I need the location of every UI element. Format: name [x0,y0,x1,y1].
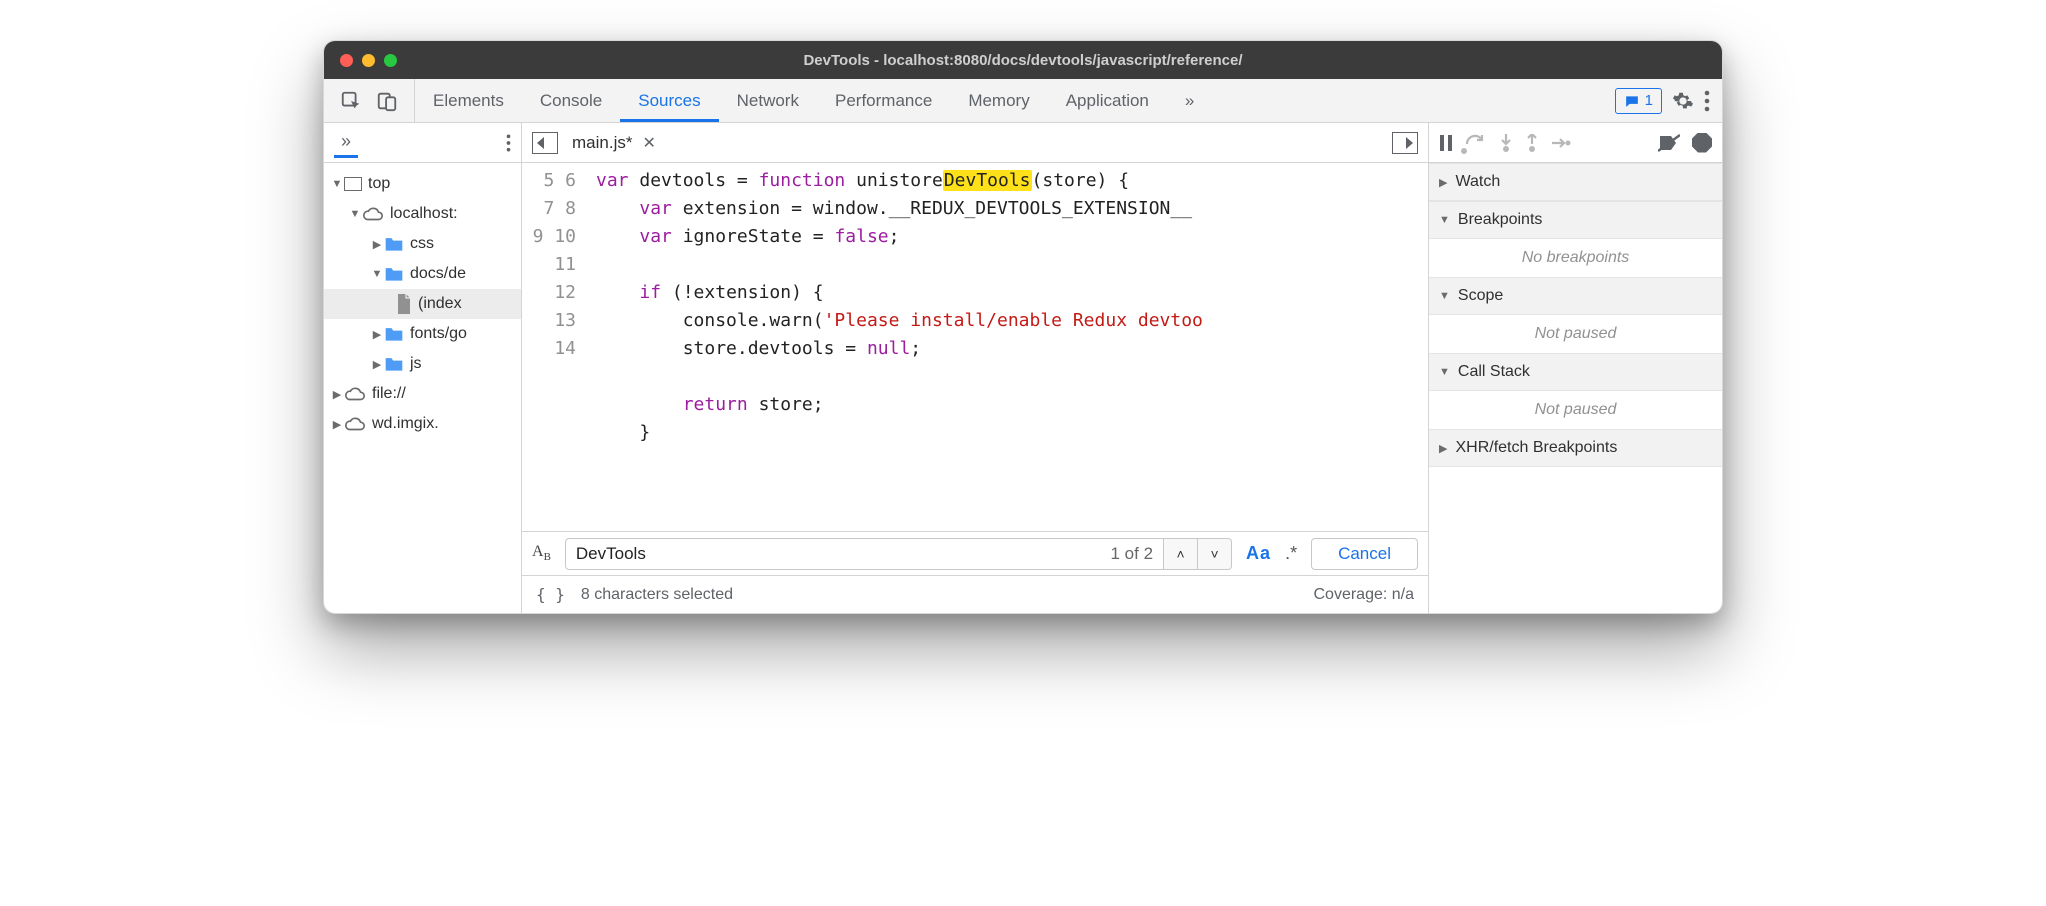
navigator-sidebar: » top localhost: css docs/de [324,123,522,613]
deactivate-breakpoints-icon[interactable] [1658,134,1680,152]
cloud-icon [344,416,366,432]
close-tab-icon[interactable]: ✕ [642,133,655,153]
file-icon [396,294,412,314]
pretty-print-icon[interactable]: { } [536,585,565,604]
search-prev-button[interactable]: ˄ [1164,538,1198,570]
settings-icon[interactable] [1672,90,1694,112]
folder-icon [384,325,404,343]
search-highlight: DevTools [943,170,1032,191]
search-input[interactable]: DevTools 1 of 2 [565,538,1164,570]
pause-icon[interactable] [1439,135,1453,151]
step-into-icon[interactable] [1499,134,1513,152]
folder-icon [384,265,404,283]
window-title: DevTools - localhost:8080/docs/devtools/… [324,52,1722,69]
step-icon[interactable] [1551,136,1571,150]
debugger-toolbar [1429,123,1722,163]
navigator-active-indicator [334,155,358,158]
tree-node-host[interactable]: localhost: [324,199,521,229]
cloud-icon [344,386,366,402]
editor-filename: main.js* [572,133,632,153]
inspect-icon[interactable] [340,90,362,112]
tree-node-index[interactable]: (index [324,289,521,319]
step-over-icon[interactable] [1465,132,1487,154]
zoom-window-button[interactable] [384,54,397,67]
pane-callstack[interactable]: Call Stack [1429,353,1722,391]
navigator-overflow-button[interactable]: » [341,131,351,152]
cloud-icon [362,206,384,222]
step-out-icon[interactable] [1525,134,1539,152]
issues-badge[interactable]: 1 [1615,88,1662,114]
search-bar: AB DevTools 1 of 2 ˄ ˅ Aa .* Cancel [522,531,1428,575]
debugger-panel: Watch Breakpoints No breakpoints Scope N… [1428,123,1722,613]
folder-icon [384,235,404,253]
scope-body: Not paused [1429,315,1722,353]
pane-scope[interactable]: Scope [1429,277,1722,315]
search-count: 1 of 2 [1111,544,1154,564]
callstack-body: Not paused [1429,391,1722,429]
coverage-status: Coverage: n/a [1313,586,1414,604]
editor-statusbar: { } 8 characters selected Coverage: n/a [522,575,1428,613]
tree-node-top[interactable]: top [324,169,521,199]
replace-toggle-icon[interactable]: AB [532,543,551,563]
tab-performance[interactable]: Performance [817,79,950,122]
breakpoints-body: No breakpoints [1429,239,1722,277]
device-toggle-icon[interactable] [376,90,398,112]
tree-node-docs[interactable]: docs/de [324,259,521,289]
more-menu-icon[interactable] [1704,90,1710,112]
tab-network[interactable]: Network [719,79,817,122]
match-case-button[interactable]: Aa [1246,543,1271,564]
tab-elements[interactable]: Elements [415,79,522,122]
tab-memory[interactable]: Memory [950,79,1047,122]
minimize-window-button[interactable] [362,54,375,67]
code-editor[interactable]: 5 6 7 8 9 10 11 12 13 14 var devtools = … [522,163,1428,531]
code-content[interactable]: var devtools = function unistoreDevTools… [588,163,1428,531]
tab-application[interactable]: Application [1048,79,1167,122]
tree-node-file[interactable]: file:// [324,379,521,409]
search-cancel-button[interactable]: Cancel [1311,538,1418,570]
devtools-window: DevTools - localhost:8080/docs/devtools/… [323,40,1723,614]
tree-node-css[interactable]: css [324,229,521,259]
issues-count: 1 [1645,92,1653,109]
tab-console[interactable]: Console [522,79,620,122]
tab-sources[interactable]: Sources [620,79,718,122]
search-next-button[interactable]: ˅ [1198,538,1232,570]
pane-watch[interactable]: Watch [1429,163,1722,201]
tree-node-fonts[interactable]: fonts/go [324,319,521,349]
file-tree[interactable]: top localhost: css docs/de (index fonts/… [324,163,521,613]
titlebar: DevTools - localhost:8080/docs/devtools/… [324,41,1722,79]
nav-forward-icon[interactable] [1392,132,1418,154]
panel-tabs: Elements Console Sources Network Perform… [415,79,1603,122]
editor-tab[interactable]: main.js* ✕ [572,133,656,153]
pane-breakpoints[interactable]: Breakpoints [1429,201,1722,239]
pane-xhr[interactable]: XHR/fetch Breakpoints [1429,429,1722,467]
regex-button[interactable]: .* [1285,543,1297,564]
tree-node-js[interactable]: js [324,349,521,379]
line-gutter: 5 6 7 8 9 10 11 12 13 14 [522,163,588,531]
folder-icon [384,355,404,373]
selection-status: 8 characters selected [581,586,733,604]
editor-panel: main.js* ✕ 5 6 7 8 9 10 11 12 13 14 var … [522,123,1428,613]
tabs-overflow-button[interactable]: » [1167,79,1212,122]
main-tabstrip: Elements Console Sources Network Perform… [324,79,1722,123]
tree-node-imgix[interactable]: wd.imgix. [324,409,521,439]
traffic-lights [324,54,397,67]
nav-back-icon[interactable] [532,132,558,154]
pause-on-exceptions-icon[interactable] [1692,133,1712,153]
navigator-menu-icon[interactable] [506,133,511,153]
frame-icon [344,177,362,191]
close-window-button[interactable] [340,54,353,67]
